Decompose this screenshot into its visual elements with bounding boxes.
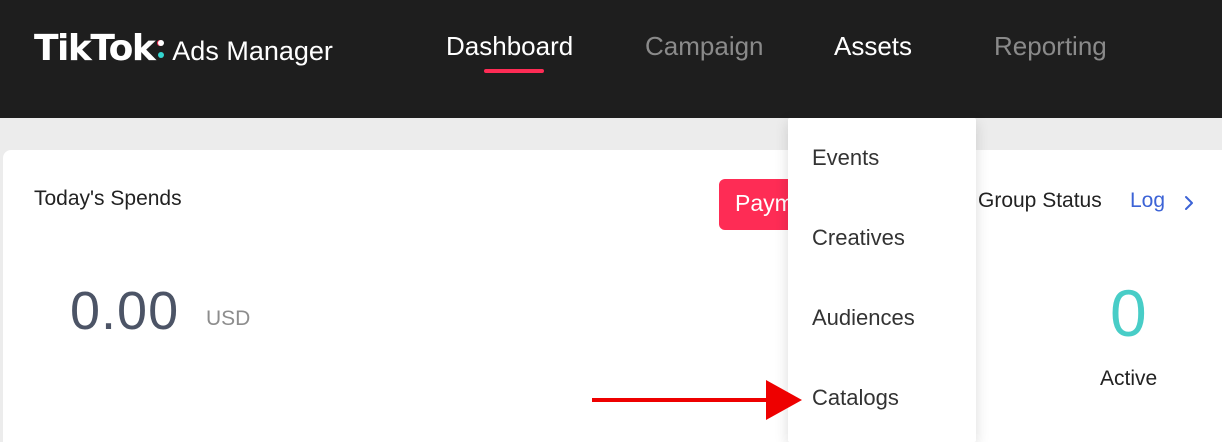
chevron-right-icon[interactable] (1181, 194, 1197, 212)
spend-amount: 0.00 (70, 281, 180, 341)
menu-item-catalogs[interactable]: Catalogs (812, 385, 899, 411)
tab-assets[interactable]: Assets (834, 31, 912, 62)
logo-brand: TikTok (34, 28, 156, 69)
log-link[interactable]: Log (1130, 189, 1165, 213)
active-label: Active (1100, 367, 1158, 390)
tab-dashboard[interactable]: Dashboard (446, 31, 573, 62)
logo-colon-icon (156, 30, 168, 60)
group-status-title: Group Status (978, 189, 1102, 212)
tiktok-ads-manager-logo[interactable]: TikTok Ads Manager (34, 28, 333, 69)
logo-product-name: Ads Manager (172, 36, 333, 66)
spend-currency: USD (206, 307, 251, 330)
tab-campaign[interactable]: Campaign (645, 31, 764, 62)
assets-dropdown-menu: Events Creatives Audiences Catalogs (788, 118, 976, 442)
pointer-arrow-icon (592, 380, 802, 420)
todays-spends-title: Today's Spends (34, 187, 182, 210)
menu-item-creatives[interactable]: Creatives (812, 225, 905, 251)
top-navigation-bar: TikTok Ads Manager Dashboard Campaign As… (0, 0, 1222, 118)
active-count: 0 (1110, 276, 1147, 350)
menu-item-events[interactable]: Events (812, 145, 879, 171)
tab-reporting[interactable]: Reporting (994, 31, 1107, 62)
menu-item-audiences[interactable]: Audiences (812, 305, 915, 331)
active-tab-underline (484, 69, 544, 73)
